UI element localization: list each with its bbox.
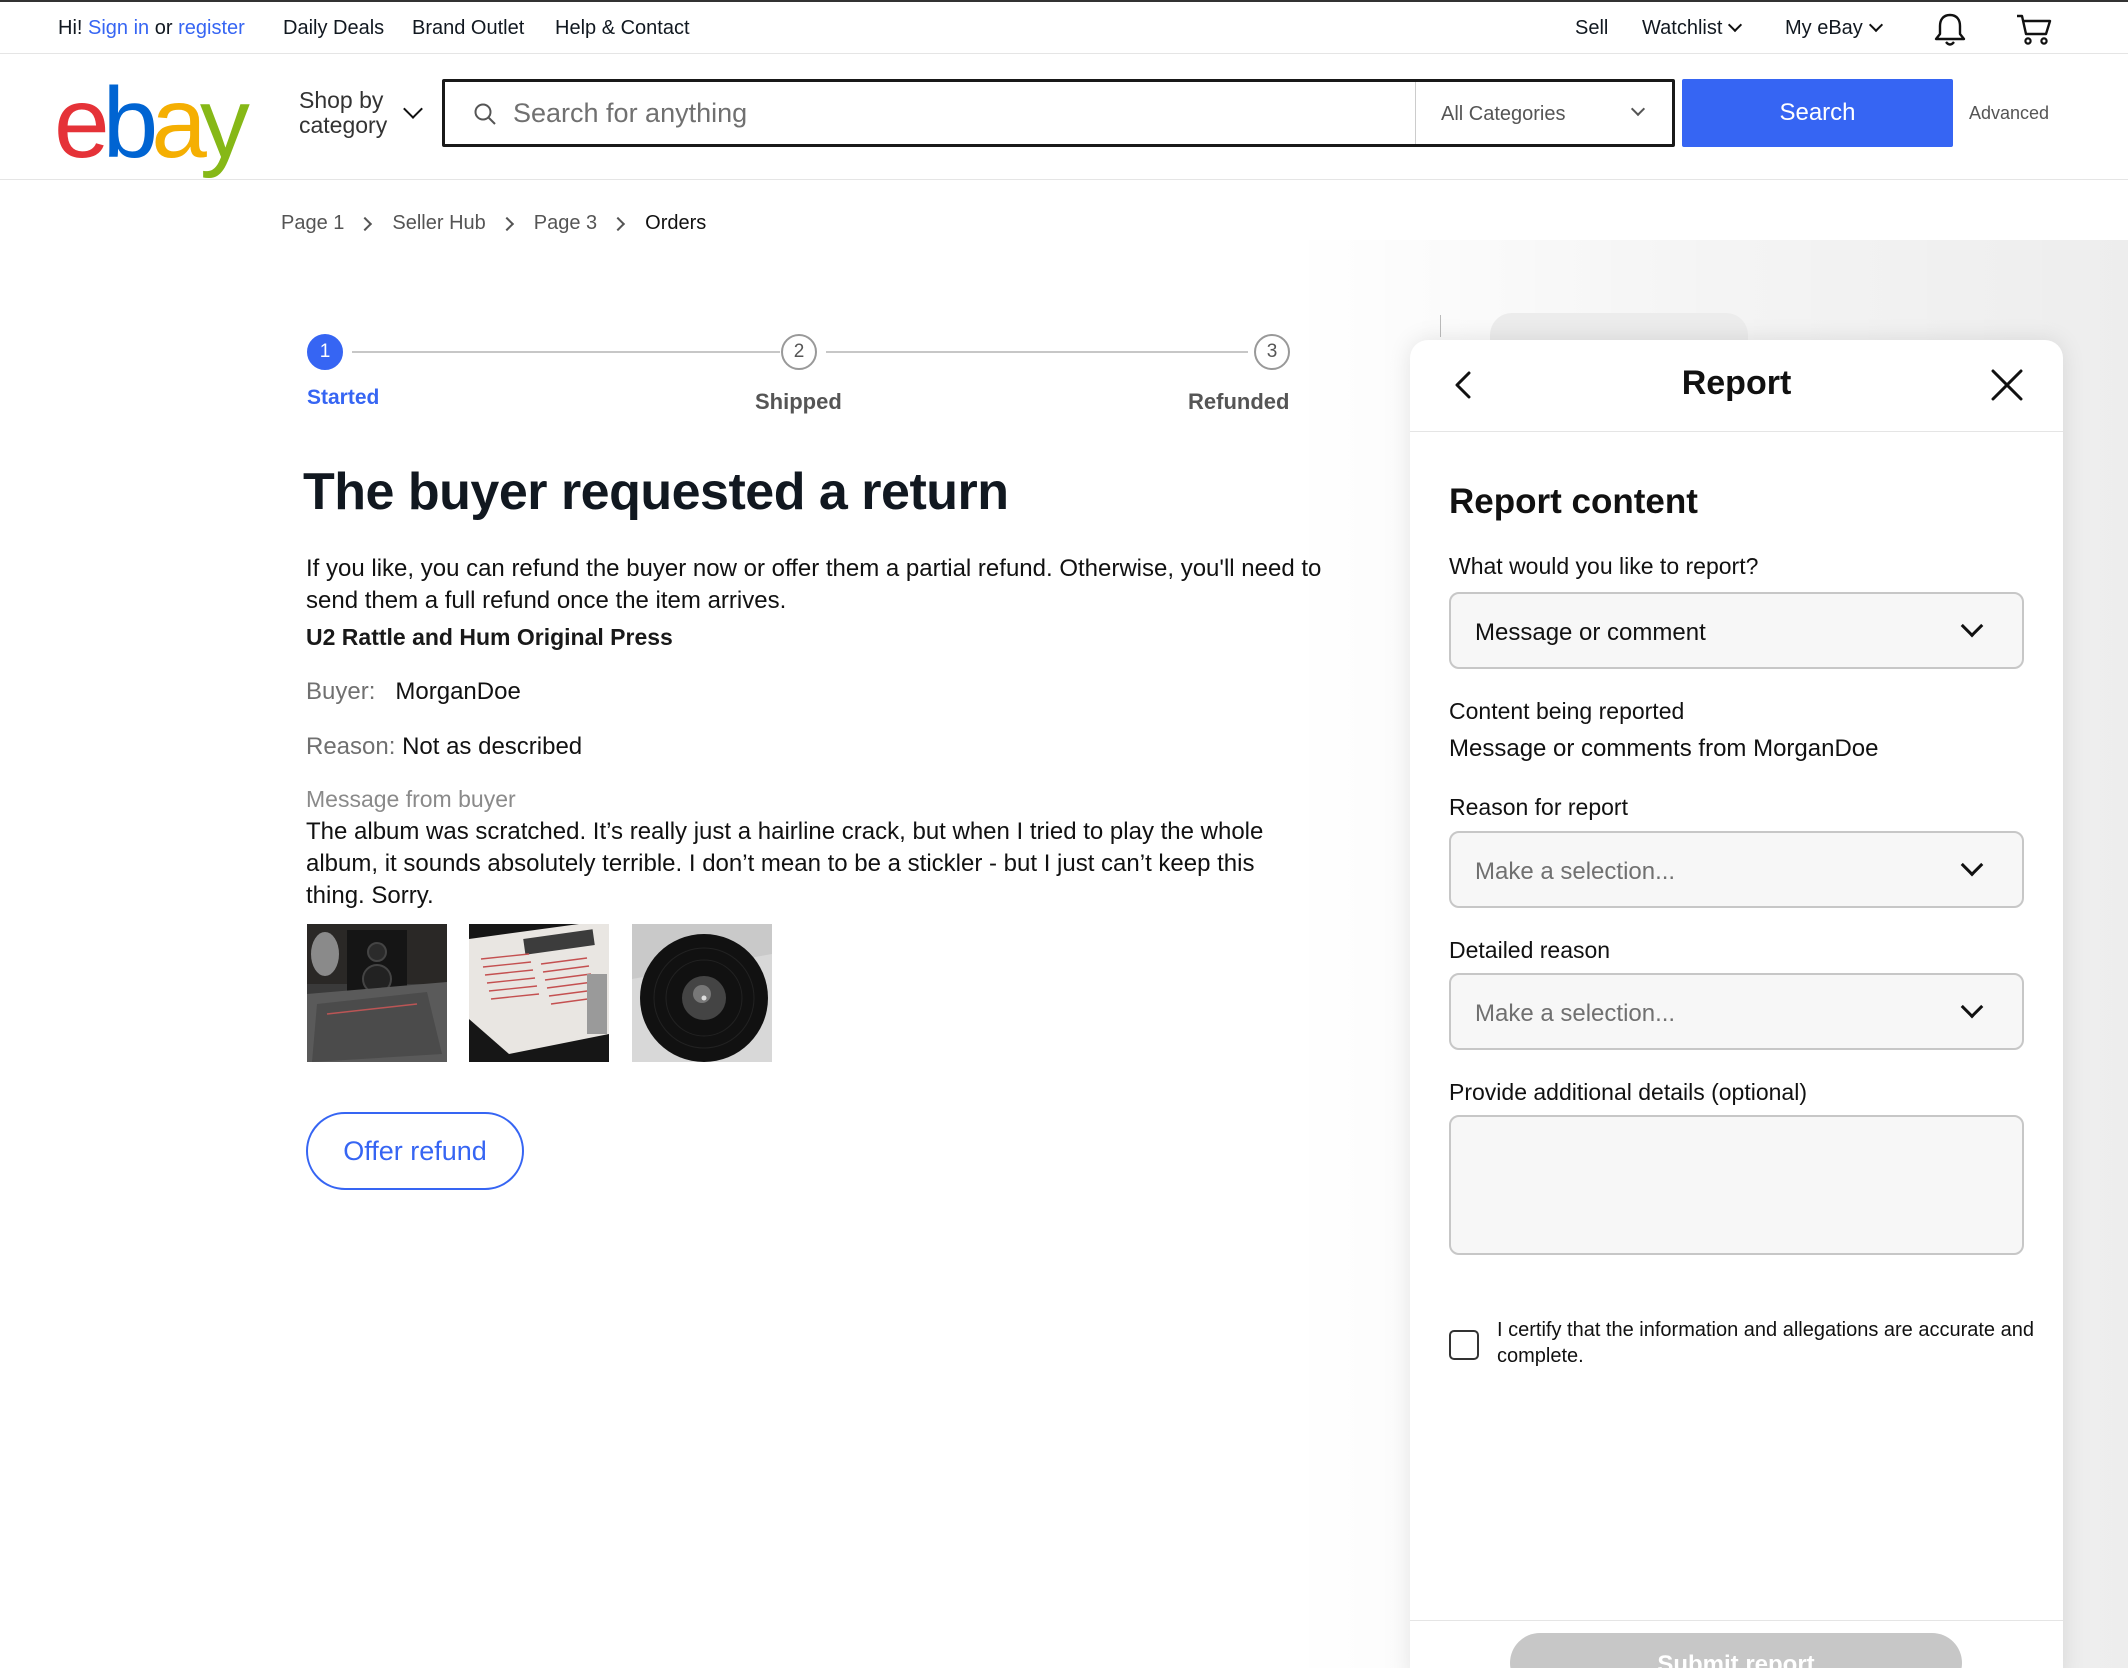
- report-panel-title: Report: [1681, 364, 1792, 402]
- return-photo-thumbnail[interactable]: [469, 924, 609, 1062]
- breadcrumb-item[interactable]: Page 1: [281, 212, 344, 235]
- top-utility-bar: Hi! Sign in or register Daily Deals Bran…: [0, 0, 2128, 54]
- logo-letter: y: [199, 67, 250, 179]
- chevron-down-icon: [1728, 17, 1743, 33]
- chevron-down-icon: [1868, 17, 1883, 33]
- step-3-indicator: 3: [1254, 334, 1290, 370]
- reason-label: Reason:: [306, 733, 396, 760]
- step-2-indicator: 2: [781, 334, 817, 370]
- greeting-text: Hi!: [58, 17, 83, 39]
- category-select-value: All Categories: [1441, 103, 1566, 125]
- item-title: U2 Rattle and Hum Original Press: [306, 624, 673, 650]
- bell-icon[interactable]: [1933, 12, 1967, 48]
- buyer-label: Buyer:: [306, 678, 376, 705]
- my-ebay-menu[interactable]: My eBay: [1785, 17, 1883, 40]
- offer-refund-button[interactable]: Offer refund: [306, 1112, 524, 1190]
- buyer-row: Buyer: MorganDoe: [306, 678, 521, 706]
- step-2-label: Shipped: [755, 389, 842, 414]
- detailed-reason-placeholder: Make a selection...: [1475, 1000, 1676, 1027]
- reason-for-report-select[interactable]: Make a selection...: [1449, 831, 2024, 908]
- search-bar: All Categories: [442, 79, 1675, 147]
- report-content-heading: Report content: [1449, 482, 1698, 521]
- message-label: Message from buyer: [306, 786, 516, 812]
- reason-row: Reason: Not as described: [306, 733, 582, 761]
- main-header: ebay Shop by category All Categories Sea…: [0, 55, 2128, 180]
- report-panel: Report Report content What would you lik…: [1410, 340, 2063, 1668]
- certify-checkbox[interactable]: [1449, 1330, 1479, 1360]
- detailed-reason-label: Detailed reason: [1449, 937, 1611, 963]
- shop-by-line2: category: [299, 112, 388, 138]
- watchlist-menu[interactable]: Watchlist: [1642, 17, 1743, 40]
- watchlist-label: Watchlist: [1642, 17, 1723, 39]
- chevron-right-icon: [611, 216, 626, 231]
- reason-for-report-placeholder: Make a selection...: [1475, 858, 1676, 885]
- greeting: Hi! Sign in or register: [58, 17, 245, 40]
- cart-icon[interactable]: [2015, 12, 2053, 48]
- breadcrumb-current: Orders: [645, 212, 707, 234]
- shop-by-line1: Shop by: [299, 87, 384, 113]
- certify-label: I certify that the information and alleg…: [1497, 1319, 2034, 1367]
- chevron-down-icon[interactable]: [403, 99, 423, 119]
- reason-value: Not as described: [402, 733, 583, 760]
- report-type-label: What would you like to report?: [1449, 553, 1759, 579]
- report-panel-header: Report: [1410, 340, 2063, 432]
- search-button[interactable]: Search: [1682, 79, 1953, 147]
- chevron-down-icon: [1630, 101, 1646, 117]
- report-type-select[interactable]: Message or comment: [1449, 592, 2024, 669]
- chevron-down-icon: [1960, 853, 1984, 877]
- content-reported-label: Content being reported: [1449, 698, 1685, 724]
- report-type-value: Message or comment: [1475, 619, 1706, 646]
- logo-letter: e: [54, 67, 110, 179]
- chevron-right-icon: [499, 216, 514, 231]
- nav-help-contact[interactable]: Help & Contact: [555, 17, 690, 40]
- register-link[interactable]: register: [178, 17, 245, 39]
- close-icon[interactable]: [1988, 366, 2026, 404]
- nav-brand-outlet[interactable]: Brand Outlet: [412, 17, 524, 40]
- chevron-right-icon: [358, 216, 373, 231]
- submit-report-button[interactable]: Submit report: [1510, 1633, 1962, 1668]
- breadcrumb-item[interactable]: Page 3: [534, 212, 597, 235]
- logo-letter: b: [102, 67, 159, 179]
- sign-in-link[interactable]: Sign in: [88, 17, 149, 39]
- step-3-label: Refunded: [1188, 389, 1290, 414]
- nav-daily-deals[interactable]: Daily Deals: [283, 17, 384, 40]
- reason-for-report-label: Reason for report: [1449, 794, 1628, 820]
- or-text: or: [154, 17, 173, 39]
- sell-link[interactable]: Sell: [1575, 17, 1608, 40]
- page-title: The buyer requested a return: [303, 463, 1009, 521]
- step-1-indicator: 1: [307, 334, 343, 370]
- step-1-label: Started: [307, 386, 380, 409]
- return-photo-thumbnail[interactable]: [632, 924, 772, 1062]
- search-icon: [474, 103, 496, 125]
- category-select[interactable]: All Categories: [1415, 82, 1675, 144]
- intro-text: If you like, you can refund the buyer no…: [306, 555, 1322, 614]
- advanced-search-link[interactable]: Advanced: [1969, 103, 2049, 124]
- breadcrumb-item[interactable]: Seller Hub: [392, 212, 485, 235]
- my-ebay-label: My eBay: [1785, 17, 1863, 39]
- step-connector: [352, 351, 780, 353]
- chevron-down-icon: [1960, 614, 1984, 638]
- return-photo-thumbnail[interactable]: [307, 924, 447, 1062]
- chevron-down-icon: [1960, 995, 1984, 1019]
- shop-by-category-button[interactable]: Shop by category: [299, 88, 387, 138]
- background-divider: [1440, 315, 1441, 337]
- additional-details-textarea[interactable]: [1449, 1115, 2024, 1255]
- buyer-value: MorganDoe: [395, 678, 521, 705]
- additional-details-label: Provide additional details (optional): [1449, 1079, 1807, 1105]
- detailed-reason-select[interactable]: Make a selection...: [1449, 973, 2024, 1050]
- search-input[interactable]: [513, 92, 1403, 134]
- breadcrumb: Page 1 Seller Hub Page 3 Orders: [281, 212, 706, 235]
- content-reported-value: Message or comments from MorganDoe: [1449, 735, 1879, 762]
- ebay-logo[interactable]: ebay: [54, 73, 250, 173]
- logo-letter: a: [151, 67, 207, 179]
- step-connector: [826, 351, 1248, 353]
- buyer-message: The album was scratched. It’s really jus…: [306, 818, 1264, 909]
